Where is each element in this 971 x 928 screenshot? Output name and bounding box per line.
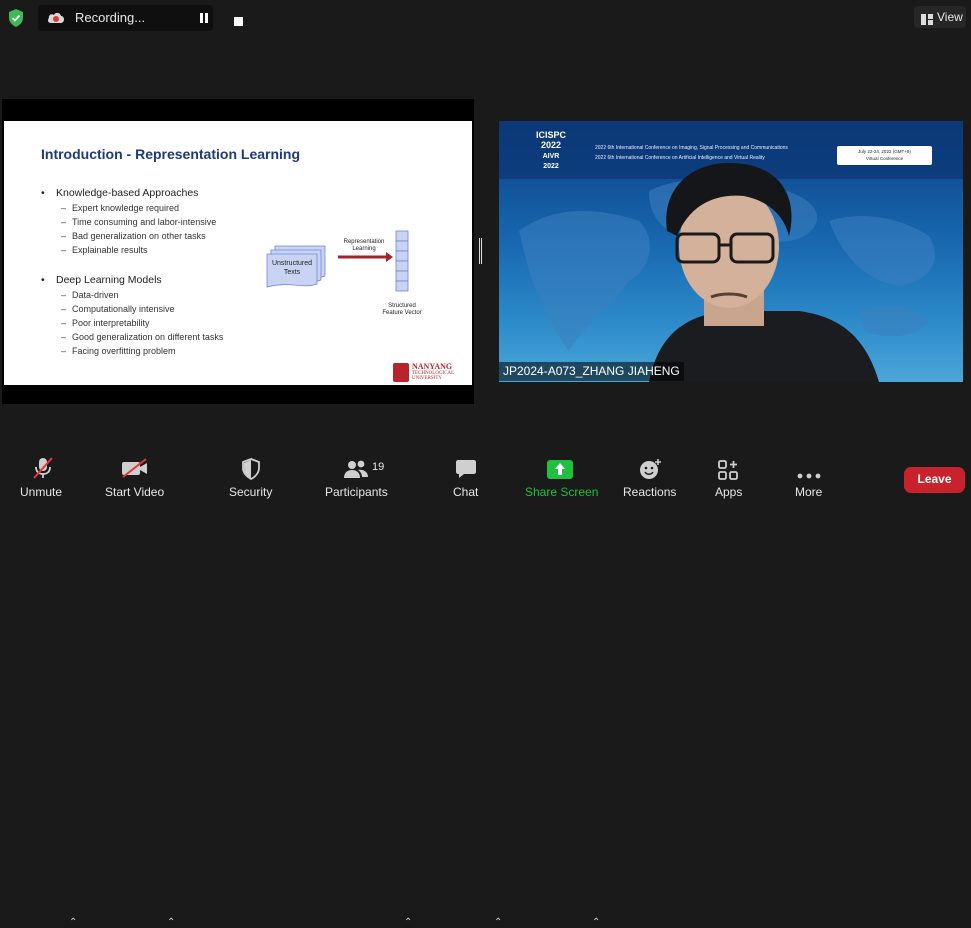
diagram-input-label: Texts	[284, 269, 301, 276]
more-icon	[797, 466, 821, 484]
apps-button[interactable]: Apps	[714, 452, 744, 501]
grid-view-icon	[921, 12, 933, 25]
stop-recording-icon[interactable]	[234, 17, 243, 26]
encryption-shield-icon[interactable]	[6, 8, 26, 28]
representation-diagram: Unstructured Texts Representation Learni…	[266, 230, 422, 316]
participants-icon	[343, 459, 369, 484]
security-label: Security	[229, 485, 273, 499]
split-drag-handle-icon[interactable]	[479, 238, 482, 264]
sub-bullet: Data-driven	[61, 290, 119, 300]
cloud-recording-icon	[46, 9, 66, 27]
apps-label: Apps	[715, 485, 743, 499]
ntu-crest-icon	[393, 363, 409, 382]
audio-options-chevron-icon[interactable]: ⌃	[69, 917, 77, 928]
presentation-slide: Introduction - Representation Learning K…	[4, 121, 472, 385]
chat-button[interactable]: Chat	[452, 452, 482, 501]
chat-icon	[455, 459, 477, 484]
ntu-logo: NANYANG TECHNOLOGICAL UNIVERSITY	[393, 363, 469, 383]
microphone-muted-icon	[32, 456, 54, 485]
reactions-icon	[639, 458, 663, 485]
share-screen-icon	[547, 460, 573, 484]
diagram-input-label: Unstructured	[272, 260, 312, 267]
recording-label: Recording...	[75, 10, 146, 25]
more-label: More	[795, 485, 823, 499]
sub-bullet: Computationally intensive	[61, 304, 175, 314]
diagram-output-label: Structured	[388, 303, 416, 309]
apps-icon	[718, 460, 738, 485]
participants-label: Participants	[325, 485, 388, 499]
shared-screen: Introduction - Representation Learning K…	[2, 99, 474, 404]
participant-video[interactable]: ICISPC 2022 AIVR 2022 2022 6th Internati…	[499, 121, 963, 382]
bullet-heading: Deep Learning Models	[41, 274, 162, 286]
participant-name-label: JP2024-A073_ZHANG JIAHENG	[499, 362, 684, 381]
shield-icon	[241, 458, 261, 485]
participants-options-chevron-icon[interactable]: ⌃	[404, 917, 412, 928]
start-video-label: Start Video	[105, 485, 165, 499]
view-button[interactable]: View	[914, 6, 966, 28]
slide-title: Introduction - Representation Learning	[41, 146, 301, 162]
unmute-button[interactable]: Unmute	[18, 452, 66, 501]
reactions-label: Reactions	[623, 485, 677, 499]
top-bar: Recording... View	[0, 0, 971, 36]
diagram-output-label: Feature Vector	[382, 310, 421, 316]
view-label: View	[937, 10, 963, 24]
recording-indicator[interactable]: Recording...	[38, 5, 243, 31]
sub-bullet: Time consuming and labor-intensive	[61, 217, 216, 227]
leave-button[interactable]: Leave	[904, 467, 965, 493]
video-off-icon	[121, 458, 149, 483]
share-options-chevron-icon[interactable]: ⌃	[592, 917, 600, 928]
reactions-button[interactable]: Reactions	[622, 452, 676, 501]
chat-options-chevron-icon[interactable]: ⌃	[494, 917, 502, 928]
video-options-chevron-icon[interactable]: ⌃	[167, 917, 175, 928]
sub-bullet: Expert knowledge required	[61, 203, 179, 213]
sub-bullet: Facing overfitting problem	[61, 346, 176, 356]
sub-bullet: Bad generalization on other tasks	[61, 231, 206, 241]
participant-figure	[649, 162, 879, 382]
meeting-toolbar: Unmute ⌃ Start Video ⌃ Security 19 Parti…	[0, 452, 971, 928]
start-video-button[interactable]: Start Video	[104, 452, 168, 501]
unmute-label: Unmute	[20, 485, 63, 499]
participant-count: 19	[372, 461, 385, 473]
more-button[interactable]: More	[794, 452, 826, 501]
sub-bullet: Poor interpretability	[61, 318, 150, 328]
bullet-heading: Knowledge-based Approaches	[41, 187, 198, 199]
diagram-arrow-label: Learning	[352, 246, 375, 252]
share-screen-button[interactable]: Share Screen	[524, 452, 599, 501]
chat-label: Chat	[453, 485, 479, 499]
diagram-arrow-label: Representation	[344, 239, 385, 245]
share-screen-label: Share Screen	[525, 485, 599, 499]
leave-label: Leave	[917, 472, 952, 486]
security-button[interactable]: Security	[228, 452, 274, 501]
sub-bullet: Good generalization on different tasks	[61, 332, 223, 342]
participants-button[interactable]: 19 Participants	[324, 452, 390, 501]
sub-bullet: Explainable results	[61, 245, 148, 255]
